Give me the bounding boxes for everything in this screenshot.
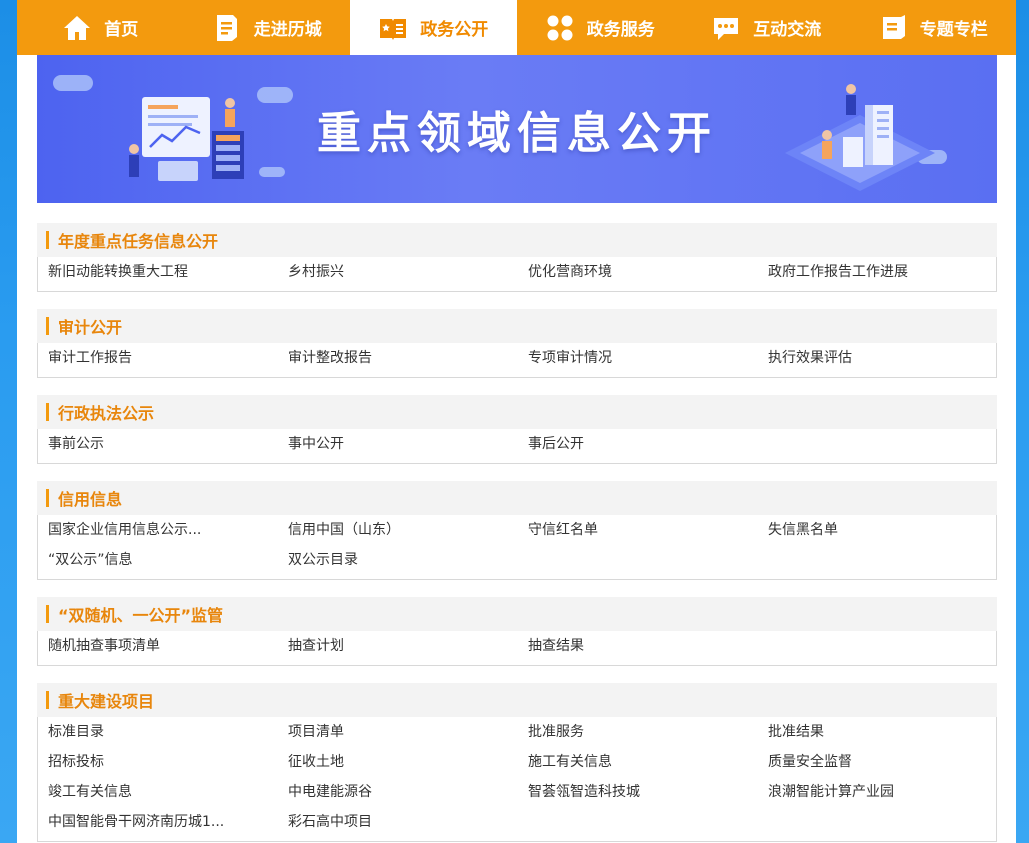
nav-about[interactable]: 走进历城	[184, 0, 351, 55]
accent-bar	[46, 489, 49, 507]
link-item[interactable]: 事后公开	[518, 430, 758, 460]
accent-bar	[46, 231, 49, 249]
link-item[interactable]: 执行效果评估	[758, 344, 998, 374]
nav-label: 专题专栏	[919, 20, 988, 40]
link-item[interactable]: 施工有关信息	[518, 748, 758, 778]
section-law-enforcement: 行政执法公示 事前公示 事中公开 事后公开	[37, 395, 997, 464]
nav-special[interactable]: 专题专栏	[850, 0, 1017, 55]
link-item[interactable]: 随机抽查事项清单	[38, 632, 278, 662]
section-title[interactable]: “双随机、一公开”监管	[58, 602, 223, 626]
illustration-right	[785, 84, 935, 191]
link-item[interactable]: “双公示”信息	[38, 546, 278, 576]
section-links: 新旧动能转换重大工程 乡村振兴 优化营商环境 政府工作报告工作进展	[37, 257, 997, 292]
section-links: 随机抽查事项清单 抽查计划 抽查结果	[37, 631, 997, 666]
link-item[interactable]: 中国智能骨干网济南历城1...	[38, 808, 278, 838]
nav-label: 政务公开	[420, 20, 489, 40]
link-item[interactable]: 招标投标	[38, 748, 278, 778]
page-frame: 首页 走进历城 政务公开 政务服务 互动交流 专题专栏 重点领域信息公开 年度重…	[17, 0, 1016, 843]
section-header: “双随机、一公开”监管	[37, 597, 997, 631]
section-title[interactable]: 信用信息	[58, 486, 122, 510]
link-item[interactable]: 批准服务	[518, 718, 758, 748]
section-links: 审计工作报告 审计整改报告 专项审计情况 执行效果评估	[37, 343, 997, 378]
link-item[interactable]: 乡村振兴	[278, 258, 518, 288]
section-header: 重大建设项目	[37, 683, 997, 717]
link-item[interactable]: 新旧动能转换重大工程	[38, 258, 278, 288]
nav-label: 走进历城	[253, 20, 322, 40]
link-item[interactable]: 审计整改报告	[278, 344, 518, 374]
section-annual-tasks: 年度重点任务信息公开 新旧动能转换重大工程 乡村振兴 优化营商环境 政府工作报告…	[37, 223, 997, 292]
link-item[interactable]: 国家企业信用信息公示...	[38, 516, 278, 546]
home-icon	[64, 15, 91, 40]
section-links: 标准目录 项目清单 批准服务 批准结果 招标投标 征收土地 施工有关信息 质量安…	[37, 717, 997, 842]
accent-bar	[46, 605, 49, 623]
document-icon	[216, 14, 237, 41]
link-item[interactable]: 审计工作报告	[38, 344, 278, 374]
link-item[interactable]: 抽查计划	[278, 632, 518, 662]
section-header: 行政执法公示	[37, 395, 997, 429]
nav-label: 互动交流	[753, 20, 822, 40]
link-item[interactable]: 标准目录	[38, 718, 278, 748]
link-item[interactable]: 优化营商环境	[518, 258, 758, 288]
accent-bar	[46, 691, 49, 709]
section-links: 国家企业信用信息公示... 信用中国（山东） 守信红名单 失信黑名单 “双公示”…	[37, 515, 997, 580]
link-item[interactable]: 政府工作报告工作进展	[758, 258, 998, 288]
link-item[interactable]: 竣工有关信息	[38, 778, 278, 808]
link-item[interactable]: 守信红名单	[518, 516, 758, 546]
section-title[interactable]: 审计公开	[58, 314, 122, 338]
link-item[interactable]: 双公示目录	[278, 546, 518, 576]
link-item[interactable]: 彩石高中项目	[278, 808, 518, 838]
link-item[interactable]: 事前公示	[38, 430, 278, 460]
link-item[interactable]: 征收土地	[278, 748, 518, 778]
nav-gov-service[interactable]: 政务服务	[517, 0, 684, 55]
nav-gov-open[interactable]: 政务公开	[350, 0, 517, 55]
section-header: 年度重点任务信息公开	[37, 223, 997, 257]
section-audit: 审计公开 审计工作报告 审计整改报告 专项审计情况 执行效果评估	[37, 309, 997, 378]
nav-label: 政务服务	[586, 20, 655, 40]
section-title[interactable]: 行政执法公示	[58, 400, 154, 424]
section-header: 信用信息	[37, 481, 997, 515]
link-item[interactable]: 失信黑名单	[758, 516, 998, 546]
link-item[interactable]: 浪潮智能计算产业园	[758, 778, 998, 808]
link-item[interactable]: 项目清单	[278, 718, 518, 748]
nav-interaction[interactable]: 互动交流	[683, 0, 850, 55]
book-icon	[380, 18, 407, 40]
section-title[interactable]: 年度重点任务信息公开	[58, 228, 218, 252]
section-major-projects: 重大建设项目 标准目录 项目清单 批准服务 批准结果 招标投标 征收土地 施工有…	[37, 683, 997, 842]
nav-home[interactable]: 首页	[17, 0, 184, 55]
link-item[interactable]: 信用中国（山东）	[278, 516, 518, 546]
grid-icon	[547, 15, 573, 40]
accent-bar	[46, 317, 49, 335]
link-item[interactable]: 批准结果	[758, 718, 998, 748]
banner: 重点领域信息公开	[37, 55, 997, 203]
main-nav: 首页 走进历城 政务公开 政务服务 互动交流 专题专栏	[17, 0, 1016, 55]
link-item[interactable]: 抽查结果	[518, 632, 758, 662]
section-links: 事前公示 事中公开 事后公开	[37, 429, 997, 464]
section-credit: 信用信息 国家企业信用信息公示... 信用中国（山东） 守信红名单 失信黑名单 …	[37, 481, 997, 580]
link-item[interactable]: 中电建能源谷	[278, 778, 518, 808]
link-item[interactable]: 智荟瓴智造科技城	[518, 778, 758, 808]
nav-label: 首页	[104, 20, 139, 40]
notebook-icon	[882, 14, 905, 39]
section-title[interactable]: 重大建设项目	[58, 688, 154, 712]
accent-bar	[46, 403, 49, 421]
link-item[interactable]: 事中公开	[278, 430, 518, 460]
chat-icon	[714, 17, 739, 40]
link-item[interactable]: 专项审计情况	[518, 344, 758, 374]
section-random-inspection: “双随机、一公开”监管 随机抽查事项清单 抽查计划 抽查结果	[37, 597, 997, 666]
section-header: 审计公开	[37, 309, 997, 343]
link-item[interactable]: 质量安全监督	[758, 748, 998, 778]
